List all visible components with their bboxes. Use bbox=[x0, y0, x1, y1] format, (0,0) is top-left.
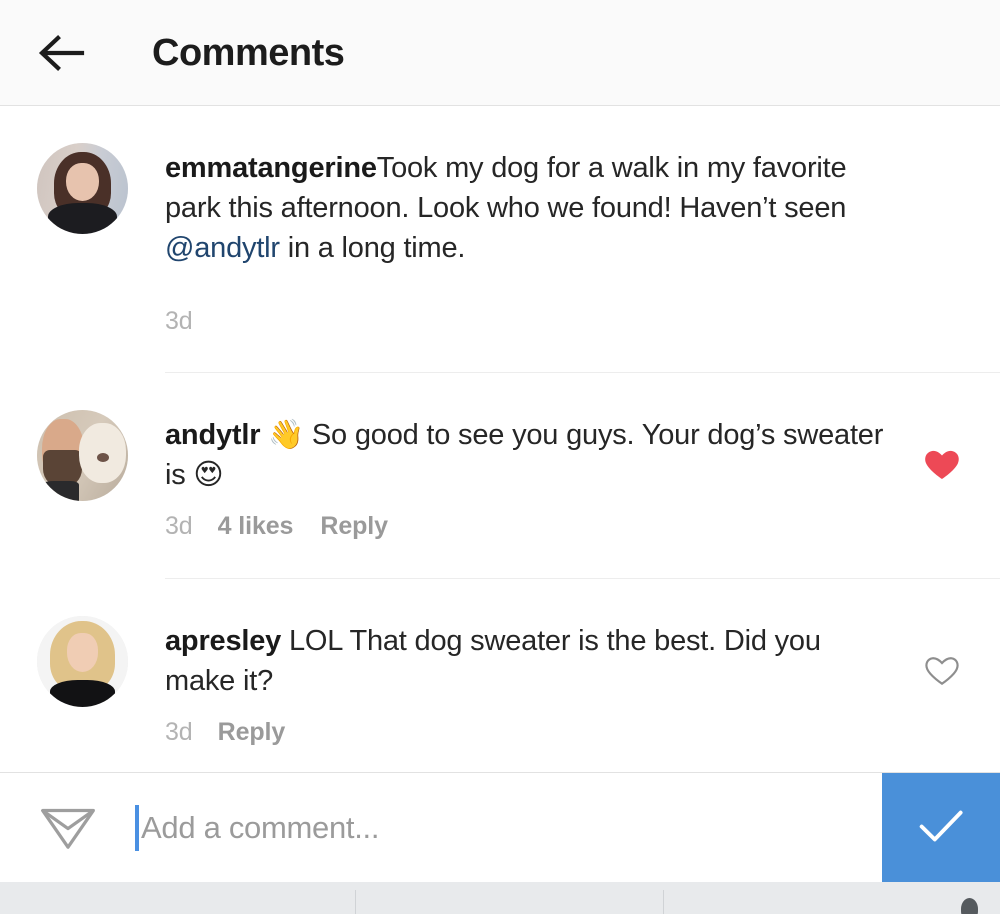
comment-reply-button[interactable]: Reply bbox=[320, 512, 388, 541]
comment-timestamp: 3d bbox=[165, 718, 193, 746]
like-column bbox=[906, 143, 978, 372]
page-title: Comments bbox=[152, 31, 345, 74]
comment-likes-count[interactable]: 4 likes bbox=[218, 512, 294, 541]
comment-input-bar: Add a comment... bbox=[0, 772, 1000, 882]
like-column bbox=[906, 616, 978, 772]
avatar[interactable] bbox=[37, 410, 128, 501]
comment-username[interactable]: emmatangerine bbox=[165, 152, 377, 184]
paper-plane-icon bbox=[37, 794, 99, 861]
nav-divider bbox=[355, 890, 356, 914]
comment-item: apresley LOL That dog sweater is the bes… bbox=[0, 579, 1000, 772]
comment-meta: 3d 4 likes Reply bbox=[165, 512, 896, 578]
comment-text: apresley LOL That dog sweater is the bes… bbox=[165, 621, 896, 701]
comment-meta: 3d bbox=[165, 307, 896, 372]
heart-outline-icon bbox=[922, 650, 962, 690]
like-button[interactable] bbox=[922, 650, 962, 690]
heart-filled-icon bbox=[922, 444, 962, 484]
like-button[interactable] bbox=[922, 444, 962, 484]
submit-comment-button[interactable] bbox=[882, 773, 1000, 882]
nav-divider bbox=[663, 890, 664, 914]
comment-text: emmatangerineTook my dog for a walk in m… bbox=[165, 148, 896, 268]
comment-input-field[interactable]: Add a comment... bbox=[135, 773, 882, 882]
comment-mention-link[interactable]: @andytlr bbox=[165, 232, 280, 264]
avatar[interactable] bbox=[37, 143, 128, 234]
comment-body: apresley LOL That dog sweater is the bes… bbox=[128, 616, 906, 772]
app-header: Comments bbox=[0, 0, 1000, 106]
like-column bbox=[906, 410, 978, 578]
comment-item: emmatangerineTook my dog for a walk in m… bbox=[0, 106, 1000, 372]
avatar[interactable] bbox=[37, 616, 128, 707]
comment-text: andytlr 👋 So good to see you guys. Your … bbox=[165, 415, 896, 495]
comment-reply-button[interactable]: Reply bbox=[218, 718, 286, 747]
check-icon bbox=[910, 794, 972, 861]
comment-username[interactable]: andytlr bbox=[165, 419, 260, 451]
comment-input-placeholder: Add a comment... bbox=[141, 809, 380, 845]
comment-item: andytlr 👋 So good to see you guys. Your … bbox=[0, 373, 1000, 578]
text-cursor bbox=[135, 804, 139, 851]
comment-timestamp: 3d bbox=[165, 512, 193, 540]
comment-body: emmatangerineTook my dog for a walk in m… bbox=[128, 143, 906, 372]
arrow-left-icon bbox=[36, 33, 86, 73]
nav-indicator bbox=[961, 898, 978, 914]
comment-list: emmatangerineTook my dog for a walk in m… bbox=[0, 106, 1000, 772]
comment-username[interactable]: apresley bbox=[165, 625, 281, 657]
comments-screen: Comments emmatangerineTook my dog for a … bbox=[0, 0, 1000, 914]
share-button[interactable] bbox=[0, 773, 135, 882]
system-navigation-bar bbox=[0, 882, 1000, 914]
comment-timestamp: 3d bbox=[165, 307, 193, 335]
comment-body: andytlr 👋 So good to see you guys. Your … bbox=[128, 410, 906, 578]
comment-meta: 3d Reply bbox=[165, 718, 896, 772]
comment-text-part-2: in a long time. bbox=[279, 232, 466, 264]
back-button[interactable] bbox=[36, 23, 102, 83]
comment-text-part-1: 👋 So good to see you guys. Your dog’s sw… bbox=[165, 419, 884, 491]
